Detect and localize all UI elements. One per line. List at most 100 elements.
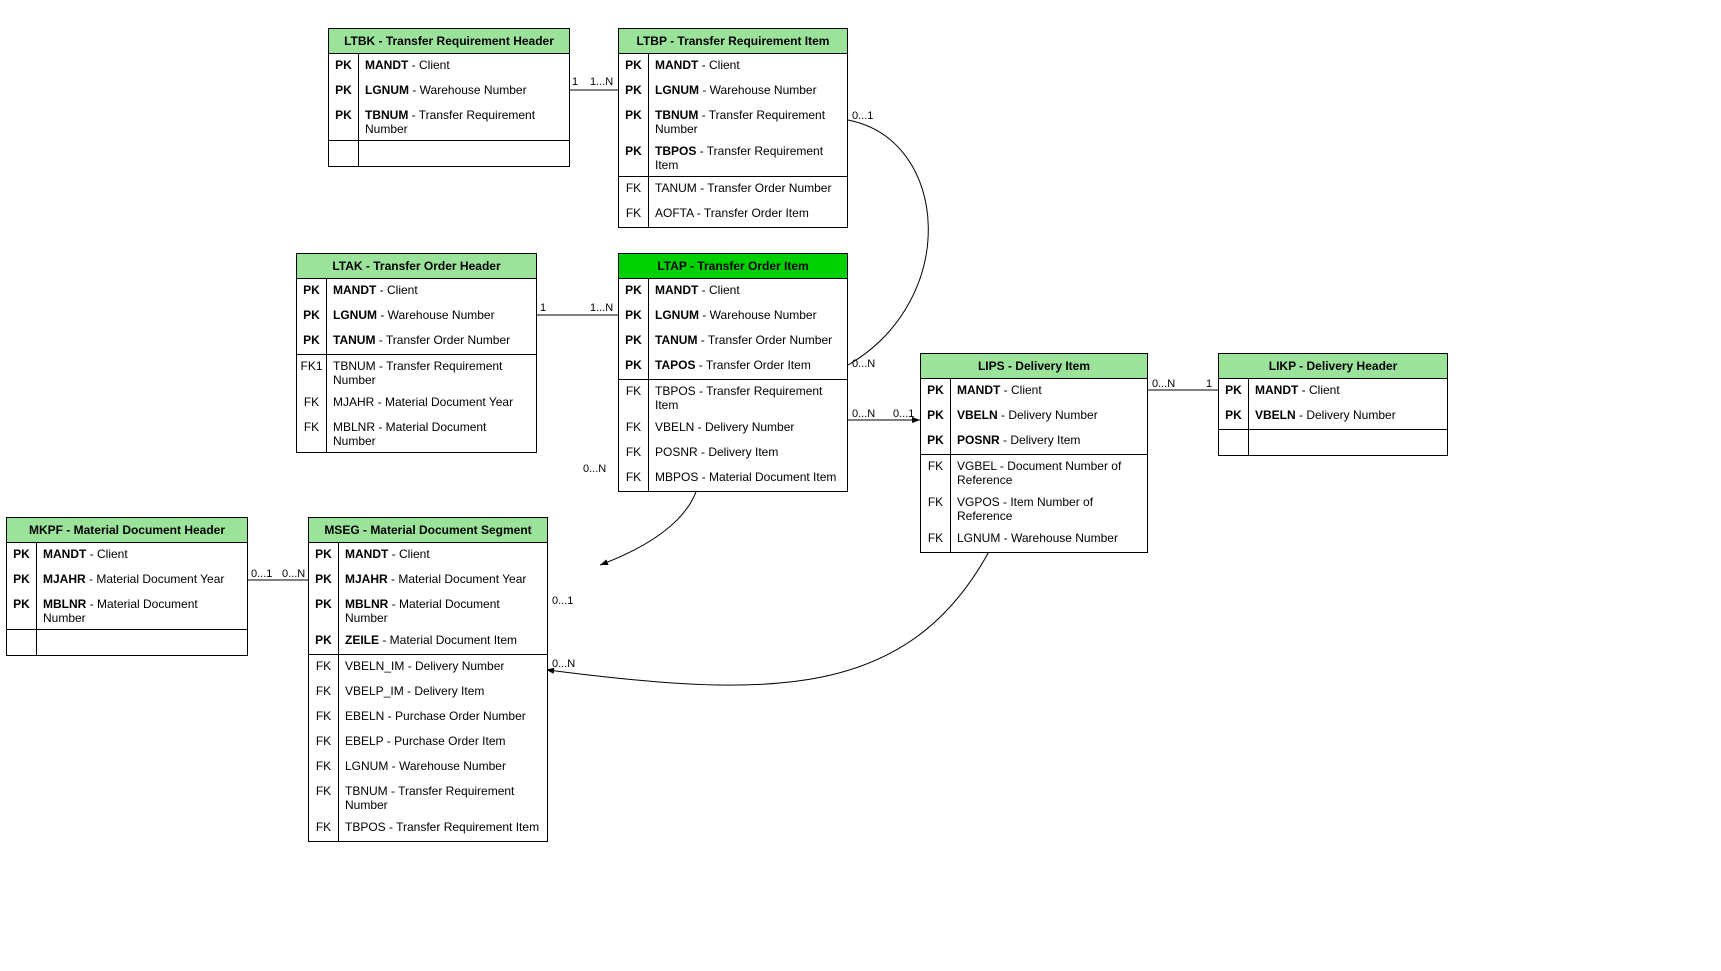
key-indicator: PK <box>7 543 37 568</box>
entity-title: MKPF - Material Document Header <box>7 518 247 543</box>
card-ltap-lips-r: 0...1 <box>893 408 914 420</box>
field-label: AOFTA - Transfer Order Item <box>649 202 847 227</box>
field-row: PKMANDT - Client <box>309 543 547 568</box>
card-lips-likp-l: 0...N <box>1152 378 1175 390</box>
key-indicator: PK <box>619 279 649 304</box>
key-indicator: PK <box>619 304 649 329</box>
field-row: PKMANDT - Client <box>619 279 847 304</box>
field-label: MANDT - Client <box>339 543 547 568</box>
entity-body-pk: PKMANDT - ClientPKLGNUM - Warehouse Numb… <box>297 279 536 354</box>
key-indicator: PK <box>619 329 649 354</box>
field-row: PKLGNUM - Warehouse Number <box>329 79 569 104</box>
key-indicator: FK <box>309 705 339 730</box>
key-indicator: PK <box>1219 404 1249 429</box>
key-indicator: FK <box>619 416 649 441</box>
key-indicator: PK <box>309 568 339 593</box>
entity-body-fk: FKTANUM - Transfer Order NumberFKAOFTA -… <box>619 177 847 227</box>
entity-title: LIKP - Delivery Header <box>1219 354 1447 379</box>
entity-body: PKMANDT - ClientPKLGNUM - Warehouse Numb… <box>329 54 569 140</box>
entity-body-fk: FK1TBNUM - Transfer Requirement NumberFK… <box>297 355 536 452</box>
field-label: MANDT - Client <box>951 379 1147 404</box>
field-label: VBELP_IM - Delivery Item <box>339 680 547 705</box>
field-row: PKZEILE - Material Document Item <box>309 629 547 654</box>
field-label: MJAHR - Material Document Year <box>37 568 247 593</box>
field-label: MBLNR - Material Document Number <box>37 593 247 629</box>
card-ltbp-ltap-b: 0...N <box>852 358 875 370</box>
key-indicator: PK <box>7 568 37 593</box>
field-label: POSNR - Delivery Item <box>951 429 1147 454</box>
connector-layer <box>0 0 1721 971</box>
field-row: PKTANUM - Transfer Order Number <box>619 329 847 354</box>
field-row: PKTANUM - Transfer Order Number <box>297 329 536 354</box>
field-label: VBELN - Delivery Number <box>1249 404 1447 429</box>
card-ltap-lips-l: 0...N <box>852 408 875 420</box>
card-ltap-mseg-b: 0...1 <box>552 595 573 607</box>
field-row: PKMANDT - Client <box>329 54 569 79</box>
field-row: FKVGPOS - Item Number of Reference <box>921 491 1147 527</box>
entity-body-pk: PKMANDT - ClientPKMJAHR - Material Docum… <box>7 543 247 629</box>
entity-body-fk: FKVBELN_IM - Delivery NumberFKVBELP_IM -… <box>309 655 547 841</box>
field-row: PKMANDT - Client <box>619 54 847 79</box>
field-row: FKVBELN_IM - Delivery Number <box>309 655 547 680</box>
entity-mkpf: MKPF - Material Document Header PKMANDT … <box>6 517 248 656</box>
field-label: MANDT - Client <box>37 543 247 568</box>
field-label: TBPOS - Transfer Requirement Item <box>649 380 847 416</box>
field-row: PKMJAHR - Material Document Year <box>309 568 547 593</box>
field-label: MBLNR - Material Document Number <box>339 593 547 629</box>
field-label: TBNUM - Transfer Requirement Number <box>649 104 847 140</box>
field-row: PKVBELN - Delivery Number <box>921 404 1147 429</box>
field-row: FKTANUM - Transfer Order Number <box>619 177 847 202</box>
entity-mseg: MSEG - Material Document Segment PKMANDT… <box>308 517 548 842</box>
card-ltbk-ltbp-l: 1 <box>572 76 578 88</box>
card-mkpf-mseg-l: 0...1 <box>251 568 272 580</box>
key-indicator: FK <box>309 655 339 680</box>
field-label: EBELP - Purchase Order Item <box>339 730 547 755</box>
field-label: MANDT - Client <box>649 279 847 304</box>
key-indicator: FK <box>297 416 327 452</box>
entity-title: LIPS - Delivery Item <box>921 354 1147 379</box>
entity-ltbk: LTBK - Transfer Requirement Header PKMAN… <box>328 28 570 167</box>
key-indicator: PK <box>619 140 649 176</box>
card-mseg-lips-l: 0...N <box>552 658 575 670</box>
field-label: VBELN - Delivery Number <box>951 404 1147 429</box>
key-indicator: PK <box>309 629 339 654</box>
entity-title: LTAP - Transfer Order Item <box>619 254 847 279</box>
key-indicator: FK <box>619 466 649 491</box>
field-row: FKMBLNR - Material Document Number <box>297 416 536 452</box>
key-indicator: PK <box>297 329 327 354</box>
key-indicator: PK <box>619 354 649 379</box>
field-label: LGNUM - Warehouse Number <box>327 304 536 329</box>
field-label: VGPOS - Item Number of Reference <box>951 491 1147 527</box>
field-row: PKTBNUM - Transfer Requirement Number <box>619 104 847 140</box>
field-row: FKPOSNR - Delivery Item <box>619 441 847 466</box>
field-row: PKPOSNR - Delivery Item <box>921 429 1147 454</box>
key-indicator: FK1 <box>297 355 327 391</box>
field-row: FKAOFTA - Transfer Order Item <box>619 202 847 227</box>
field-label: VBELN_IM - Delivery Number <box>339 655 547 680</box>
key-indicator: FK <box>921 527 951 552</box>
field-label: EBELN - Purchase Order Number <box>339 705 547 730</box>
key-indicator: FK <box>309 780 339 816</box>
field-row: FKVBELP_IM - Delivery Item <box>309 680 547 705</box>
field-label: VGBEL - Document Number of Reference <box>951 455 1147 491</box>
field-row: PKTBPOS - Transfer Requirement Item <box>619 140 847 176</box>
field-label: MJAHR - Material Document Year <box>327 391 536 416</box>
key-indicator: PK <box>921 404 951 429</box>
key-indicator: FK <box>309 680 339 705</box>
entity-ltbp: LTBP - Transfer Requirement Item PKMANDT… <box>618 28 848 228</box>
field-row: PKTBNUM - Transfer Requirement Number <box>329 104 569 140</box>
field-row: FKMBPOS - Material Document Item <box>619 466 847 491</box>
key-indicator: PK <box>309 543 339 568</box>
entity-body-pk: PKMANDT - ClientPKLGNUM - Warehouse Numb… <box>619 54 847 176</box>
field-label: TANUM - Transfer Order Number <box>649 329 847 354</box>
key-indicator: FK <box>619 380 649 416</box>
field-row: PKLGNUM - Warehouse Number <box>619 304 847 329</box>
field-row: PKMBLNR - Material Document Number <box>7 593 247 629</box>
entity-likp: LIKP - Delivery Header PKMANDT - ClientP… <box>1218 353 1448 456</box>
field-label: MBPOS - Material Document Item <box>649 466 847 491</box>
entity-body-fk: FKVGBEL - Document Number of ReferenceFK… <box>921 455 1147 552</box>
entity-lips: LIPS - Delivery Item PKMANDT - ClientPKV… <box>920 353 1148 553</box>
field-row: FKLGNUM - Warehouse Number <box>921 527 1147 552</box>
field-label: ZEILE - Material Document Item <box>339 629 547 654</box>
entity-ltap: LTAP - Transfer Order Item PKMANDT - Cli… <box>618 253 848 492</box>
